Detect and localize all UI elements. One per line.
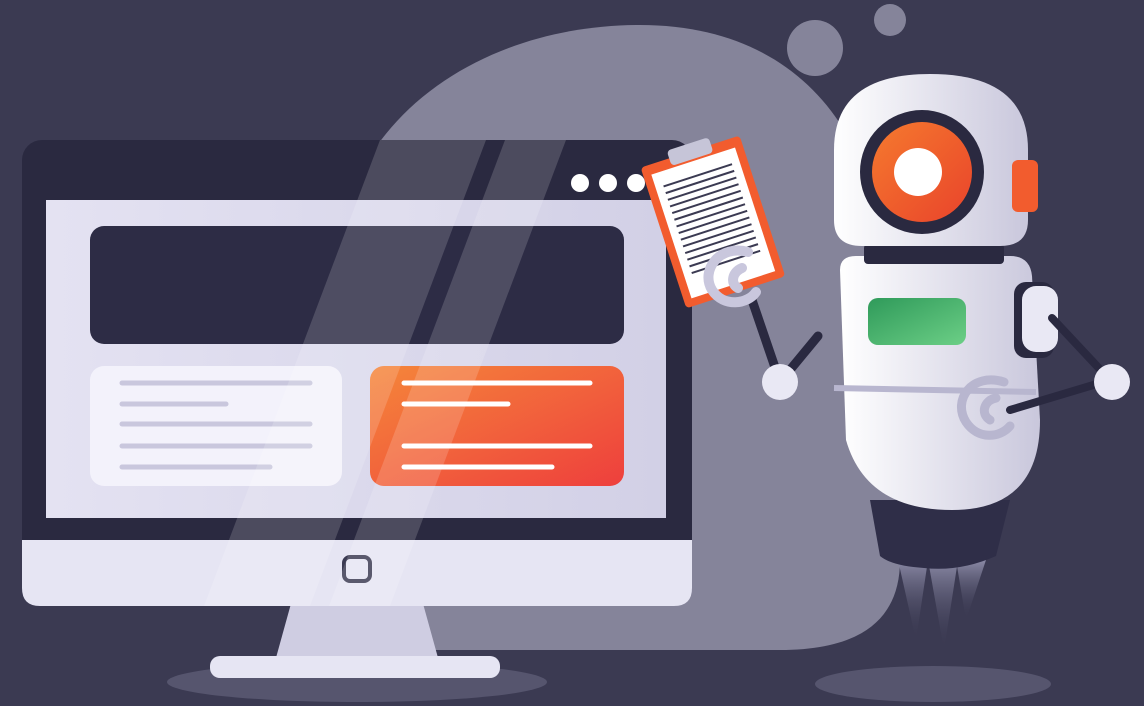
- chest-panel: [868, 298, 966, 345]
- monitor-stand-base: [210, 656, 500, 678]
- monitor-stand-neck: [274, 600, 440, 665]
- bubble-large: [787, 20, 843, 76]
- window-dot-icon[interactable]: [599, 174, 617, 192]
- monitor: [22, 140, 692, 678]
- jet-flame: [928, 560, 958, 650]
- jet-flame: [956, 560, 986, 620]
- robot-eye-icon: [894, 148, 942, 196]
- robot-right-elbow: [1094, 364, 1130, 400]
- illustration: [0, 0, 1144, 706]
- jet-flame: [898, 560, 928, 640]
- robot-shadow: [815, 666, 1051, 702]
- robot-thruster: [870, 500, 1010, 569]
- window-dot-icon[interactable]: [627, 174, 645, 192]
- robot-ear: [1012, 160, 1038, 212]
- window-dot-icon[interactable]: [571, 174, 589, 192]
- robot-body-seam: [833, 385, 1037, 395]
- robot-left-elbow: [762, 364, 798, 400]
- robot-neck: [864, 244, 1004, 264]
- scene-canvas: [22, 4, 1130, 702]
- robot-body: [840, 256, 1040, 510]
- bubble-small: [874, 4, 906, 36]
